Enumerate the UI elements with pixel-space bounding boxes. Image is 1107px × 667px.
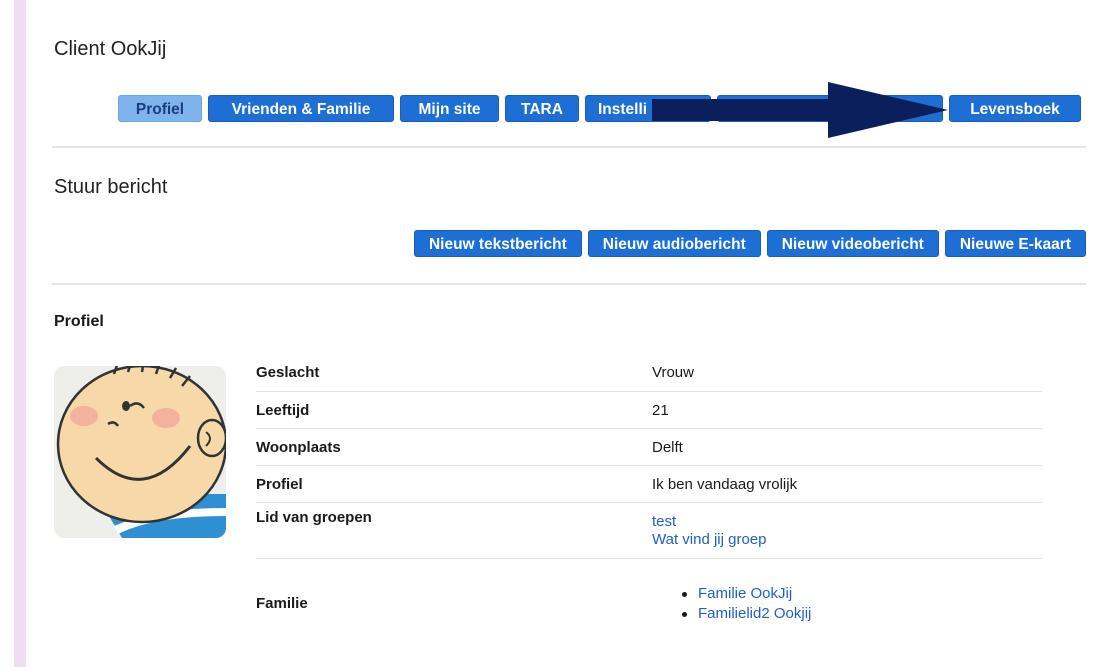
main-content: Client OokJij Profiel Vrienden & Familie… <box>52 0 1086 667</box>
family-list: Familie OokJij Familielid2 Ookjij <box>678 584 811 624</box>
tab-profiel[interactable]: Profiel <box>118 95 202 122</box>
row-value: Ik ben vandaag vrolijk <box>652 476 798 493</box>
new-text-message-button[interactable]: Nieuw tekstbericht <box>413 230 582 257</box>
groups-list: test Wat vind jij groep <box>652 513 767 549</box>
row-label: Familie <box>256 595 308 612</box>
cartoon-face-icon <box>54 366 226 538</box>
tab-vrienden-familie[interactable]: Vrienden & Familie <box>208 95 394 122</box>
row-value: Vrouw <box>652 364 694 381</box>
profile-row: Profiel Ik ben vandaag vrolijk <box>256 466 1042 503</box>
profile-row: Woonplaats Delft <box>256 429 1042 466</box>
family-link[interactable]: Familielid2 Ookjij <box>698 605 811 622</box>
avatar <box>54 366 226 538</box>
profile-row-family: Familie Familie OokJij Familielid2 Ookji… <box>256 559 1042 631</box>
message-section-title: Stuur bericht <box>54 176 168 198</box>
new-audio-message-button[interactable]: Nieuw audiobericht <box>587 230 761 257</box>
list-item: Familie OokJij <box>678 584 811 604</box>
profile-heading: Profiel <box>54 313 104 330</box>
tab-mijn-site[interactable]: Mijn site <box>400 95 499 122</box>
row-label: Woonplaats <box>256 439 341 456</box>
profile-row: Geslacht Vrouw <box>256 355 1042 392</box>
profile-row: Leeftijd 21 <box>256 392 1042 429</box>
divider <box>52 283 1086 285</box>
group-link[interactable]: test <box>652 513 676 530</box>
sidebar-accent-bar <box>14 0 26 667</box>
page-title: Client OokJij <box>54 38 167 60</box>
annotation-arrow-icon <box>652 82 948 138</box>
group-link[interactable]: Wat vind jij groep <box>652 531 767 548</box>
family-link[interactable]: Familie OokJij <box>698 585 792 602</box>
row-value: 21 <box>652 402 669 419</box>
divider <box>52 146 1086 148</box>
profile-table: Geslacht Vrouw Leeftijd 21 Woonplaats De… <box>256 355 1042 631</box>
message-buttons: Nieuw tekstbericht Nieuw audiobericht Ni… <box>413 230 1086 257</box>
row-label: Leeftijd <box>256 402 310 419</box>
left-margin <box>0 0 14 667</box>
row-label: Profiel <box>256 476 303 493</box>
new-ecard-button[interactable]: Nieuwe E-kaart <box>944 230 1086 257</box>
list-item: Familielid2 Ookjij <box>678 604 811 624</box>
profile-row-groups: Lid van groepen test Wat vind jij groep <box>256 503 1042 559</box>
row-label: Lid van groepen <box>256 509 372 526</box>
tab-tara[interactable]: TARA <box>505 95 579 122</box>
tab-levensboek[interactable]: Levensboek <box>949 95 1081 122</box>
row-value: Delft <box>652 439 683 456</box>
new-video-message-button[interactable]: Nieuw videobericht <box>766 230 939 257</box>
row-label: Geslacht <box>256 364 320 381</box>
